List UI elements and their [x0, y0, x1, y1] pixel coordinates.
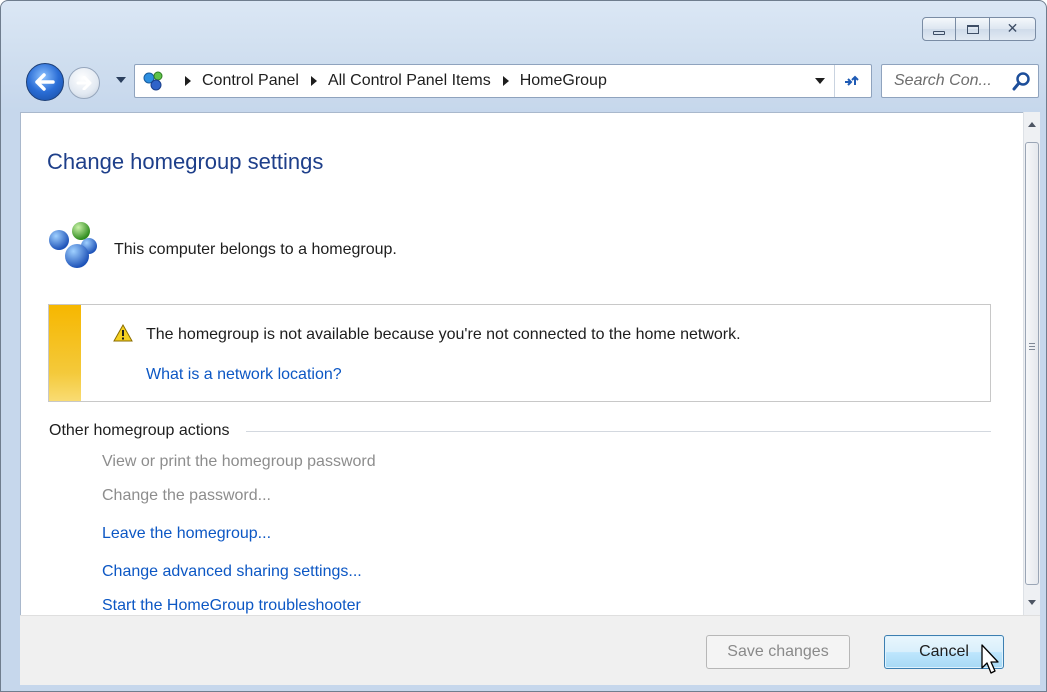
troubleshooter-link[interactable]: Start the HomeGroup troubleshooter [102, 597, 361, 615]
maximize-button[interactable] [956, 17, 990, 41]
warning-icon [113, 324, 133, 342]
grip-line [1029, 346, 1035, 347]
refresh-icon [845, 75, 859, 86]
address-bar[interactable]: Control Panel All Control Panel Items Ho… [134, 64, 872, 98]
control-panel-icon [143, 71, 163, 91]
breadcrumb-control-panel[interactable]: Control Panel [202, 72, 299, 90]
caption-buttons: ✕ [922, 17, 1036, 41]
section-divider [245, 430, 991, 432]
address-dropdown-icon[interactable] [815, 78, 825, 84]
forward-button[interactable] [68, 67, 100, 99]
back-arrow-icon [35, 73, 55, 91]
breadcrumb-all-items[interactable]: All Control Panel Items [328, 72, 491, 90]
footer-bar: Save changes Cancel [20, 615, 1040, 685]
change-password-link: Change the password... [102, 487, 271, 504]
warning-notice: The homegroup is not available because y… [48, 304, 991, 402]
grip-line [1029, 343, 1035, 344]
scroll-down-button[interactable] [1024, 594, 1040, 611]
search-input[interactable] [882, 65, 1012, 97]
grip-line [1029, 349, 1035, 350]
refresh-button[interactable] [834, 65, 871, 97]
warning-bar [49, 305, 81, 401]
scroll-thumb[interactable] [1025, 142, 1039, 585]
other-actions-header: Other homegroup actions [49, 421, 991, 441]
recent-pages-dropdown[interactable] [116, 77, 126, 83]
page-title: Change homegroup settings [47, 149, 324, 174]
maximize-icon [966, 24, 979, 34]
forward-arrow-icon [76, 76, 92, 90]
view-password-link: View or print the homegroup password [102, 453, 376, 470]
search-box[interactable] [881, 64, 1039, 98]
control-panel-window: ✕ Control Panel All Control Panel Items … [0, 0, 1047, 692]
breadcrumb-separator-icon[interactable] [185, 76, 191, 86]
mouse-pointer-icon [981, 644, 999, 674]
save-changes-button: Save changes [706, 635, 850, 669]
homegroup-icon [49, 222, 97, 268]
scroll-up-button[interactable] [1024, 116, 1040, 133]
breadcrumb-separator-icon[interactable] [310, 76, 317, 86]
warning-message: The homegroup is not available because y… [146, 326, 741, 343]
leave-homegroup-link[interactable]: Leave the homegroup... [102, 525, 271, 543]
advanced-sharing-link[interactable]: Change advanced sharing settings... [102, 563, 362, 581]
search-icon[interactable] [1012, 71, 1032, 91]
network-location-link[interactable]: What is a network location? [146, 366, 342, 384]
breadcrumb-homegroup[interactable]: HomeGroup [520, 72, 607, 90]
vertical-scrollbar[interactable] [1023, 112, 1040, 615]
breadcrumb: Control Panel All Control Panel Items Ho… [141, 65, 607, 97]
minimize-icon [933, 30, 945, 35]
content-pane: Change homegroup settings This computer … [20, 112, 1023, 615]
close-icon: ✕ [1006, 21, 1019, 37]
close-button[interactable]: ✕ [990, 17, 1036, 41]
scroll-up-icon [1028, 122, 1036, 127]
homegroup-status-text: This computer belongs to a homegroup. [114, 241, 397, 258]
scroll-down-icon [1028, 600, 1036, 605]
back-button[interactable] [26, 63, 64, 101]
section-title: Other homegroup actions [49, 422, 230, 439]
minimize-button[interactable] [922, 17, 956, 41]
breadcrumb-separator-icon[interactable] [502, 76, 509, 86]
